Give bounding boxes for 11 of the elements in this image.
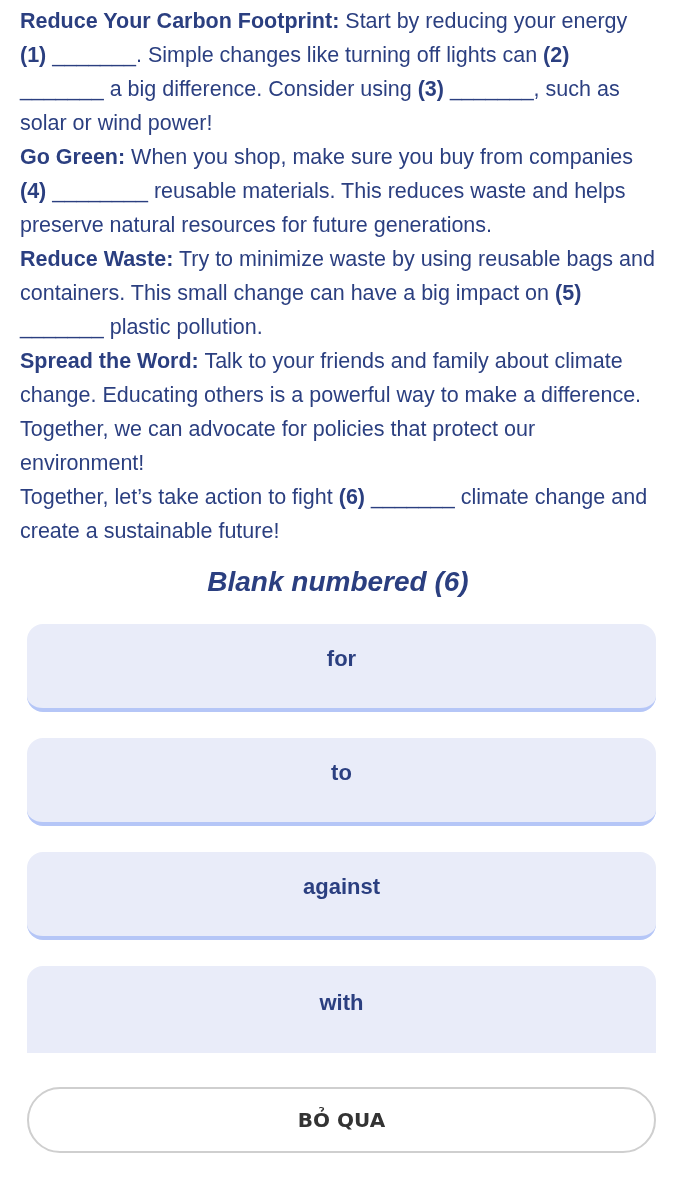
question-title: Blank numbered (6) <box>206 565 470 599</box>
passage-paragraph: Go Green: When you shop, make sure you buy from companies (4) ________ reusable materials. This reduces waste and helps preserve natural resources for future generations. <box>20 144 635 239</box>
passage-paragraph: Reduce Waste: Try to minimize waste by using reusable bags and containers. This small change can have a big impact on (5) _______ plastic pollution. <box>20 246 656 341</box>
answer-option[interactable]: to <box>27 738 656 826</box>
answer-option[interactable]: against <box>27 852 656 940</box>
passage-paragraph: Reduce Your Carbon Footprint: Start by reducing your energy (1) _______. Simple changes like turning off lights can (2) _______ a big difference. Consider using (3) _______, such as solar or wind power! <box>20 8 629 137</box>
skip-button[interactable]: BỎ QUA <box>27 1087 656 1153</box>
answer-option[interactable]: with <box>27 966 656 1053</box>
answer-option[interactable]: for <box>27 624 656 712</box>
passage-paragraph: Together, let’s take action to fight (6) _______ climate change and create a sustainable future! <box>20 484 649 545</box>
passage-paragraph: Spread the Word: Talk to your friends and family about climate change. Educating others is a powerful way to make a difference. Together, we can advocate for policies that protect our environment! <box>20 348 643 477</box>
